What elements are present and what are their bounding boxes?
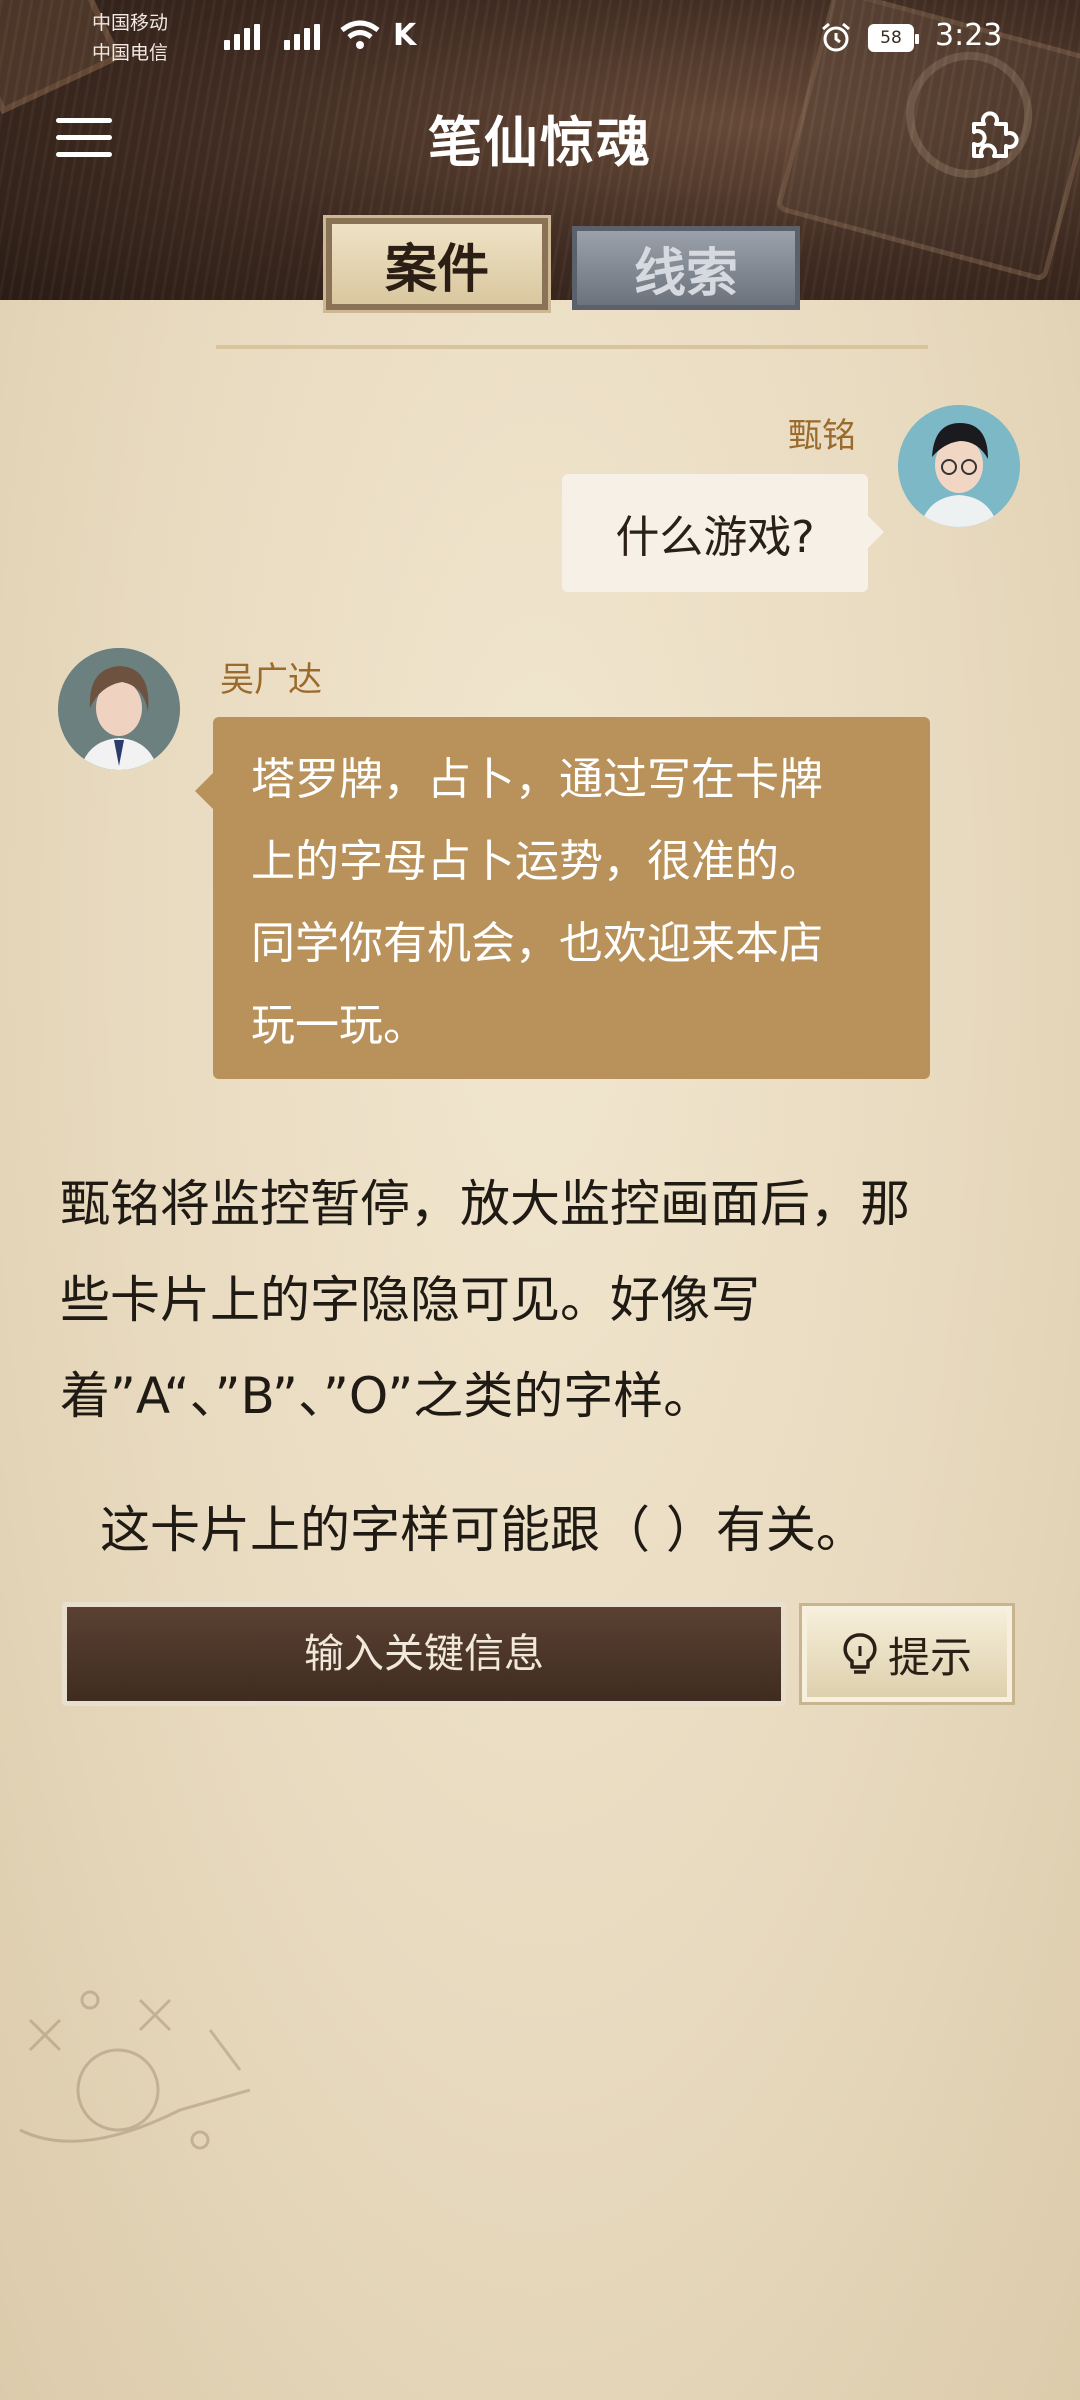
carrier-labels: 中国移动 中国电信 [92, 8, 168, 68]
narration-line: 些卡片上的字隐隐可见。好像写 [60, 1271, 760, 1329]
signal-icon [284, 24, 320, 50]
alarm-icon [822, 22, 850, 52]
speaker-name: 吴广达 [220, 660, 322, 700]
message-bubble: 塔罗牌，占卜，通过写在卡牌 上的字母占卜运势，很准的。 同学你有机会，也欢迎来本… [195, 717, 930, 1079]
page-title: 笔仙惊魂 [428, 111, 652, 174]
sketch-decoration [19, 1990, 251, 2150]
status-bar: 中国移动 中国电信 K 58 3:23 [0, 0, 1080, 75]
narration-line: 着”A“、”B”、”O”之类的字样。 [60, 1367, 714, 1425]
message-line: 上的字母占卜运势，很准的。 [251, 836, 823, 887]
hint-label: 提示 [887, 1632, 972, 1682]
hint-button[interactable]: 提示 [799, 1603, 1015, 1705]
avatar-portrait [58, 648, 180, 770]
narration-text: 甄铭将监控暂停，放大监控画面后，那 些卡片上的字隐隐可见。好像写 着”A“、”B… [60, 1156, 1000, 1444]
tab-cases[interactable]: 案件 [323, 215, 551, 313]
speaker-name: 甄铭 [788, 416, 856, 456]
carrier-1: 中国移动 [92, 12, 169, 34]
puzzle-piece-icon[interactable] [964, 106, 1020, 162]
wifi-icon [340, 20, 380, 49]
avatar[interactable] [58, 648, 180, 770]
carrier-2: 中国电信 [92, 42, 169, 64]
message-line: 同学你有机会，也欢迎来本店 [251, 918, 823, 969]
battery-icon: 58 [868, 24, 919, 52]
k-app-icon: K [393, 18, 417, 53]
clock: 3:23 [935, 18, 1003, 53]
narration-line: 甄铭将监控暂停，放大监控画面后，那 [60, 1175, 910, 1233]
answer-input[interactable] [62, 1602, 786, 1706]
signal-icon [224, 24, 260, 50]
avatar-portrait [898, 405, 1020, 527]
message-bubble: 什么游戏? [562, 474, 884, 592]
message-line: 塔罗牌，占卜，通过写在卡牌 [251, 754, 823, 805]
tab-clues[interactable]: 线索 [572, 226, 800, 310]
divider [216, 345, 928, 349]
question-text: 这卡片上的字样可能跟（ ）有关。 [100, 1501, 866, 1559]
lightbulb-icon [843, 1633, 877, 1674]
avatar[interactable] [898, 405, 1020, 527]
message-line: 玩一玩。 [251, 1000, 427, 1051]
